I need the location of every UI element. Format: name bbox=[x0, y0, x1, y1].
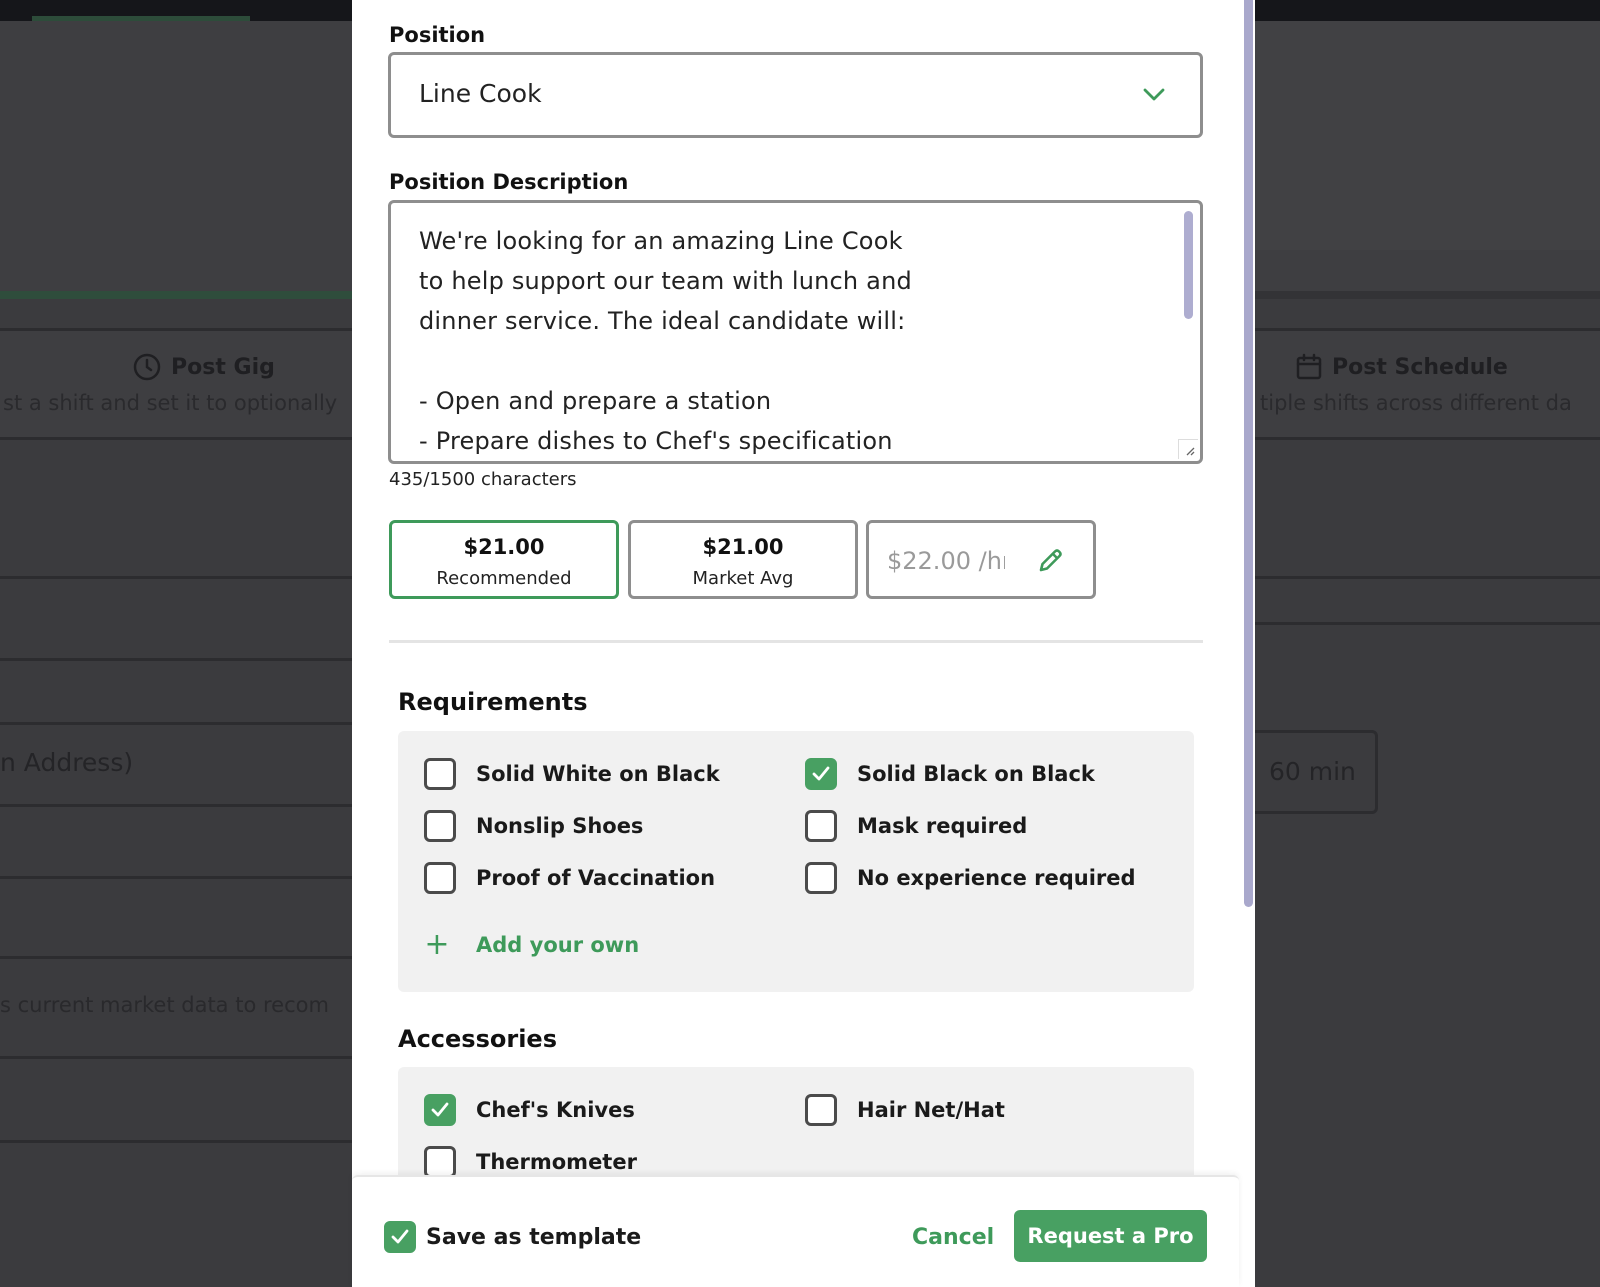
accessory-item[interactable]: Chef's Knives bbox=[424, 1094, 635, 1126]
requirement-label: Proof of Vaccination bbox=[476, 866, 716, 890]
checkbox-checked[interactable] bbox=[805, 758, 837, 790]
hero-panel bbox=[1255, 21, 1600, 250]
position-description-textarea[interactable]: We're looking for an amazing Line Cook t… bbox=[388, 200, 1203, 464]
textarea-scrollbar-thumb[interactable] bbox=[1184, 211, 1193, 319]
divider bbox=[0, 876, 352, 879]
rate-caption: Market Avg bbox=[692, 568, 794, 589]
checkbox-checked[interactable] bbox=[384, 1221, 416, 1253]
rate-option-recommended[interactable]: $21.00 Recommended bbox=[389, 520, 619, 599]
divider bbox=[0, 804, 352, 807]
rate-option-market-avg[interactable]: $21.00 Market Avg bbox=[628, 520, 858, 599]
position-description-label: Position Description bbox=[389, 170, 629, 194]
duration-value: 60 min bbox=[1269, 757, 1356, 786]
checkbox[interactable] bbox=[424, 1146, 456, 1178]
requirement-label: Nonslip Shoes bbox=[476, 814, 644, 838]
rate-value: $21.00 bbox=[463, 535, 545, 559]
post-schedule-subtitle: tiple shifts across different da bbox=[1260, 391, 1572, 415]
progress-bar bbox=[0, 291, 352, 299]
checkbox[interactable] bbox=[805, 862, 837, 894]
character-count: 435/1500 characters bbox=[389, 469, 577, 490]
calendar-icon bbox=[1296, 353, 1322, 380]
requirement-label: Solid White on Black bbox=[476, 762, 720, 786]
requirement-item[interactable]: Mask required bbox=[805, 810, 1027, 842]
rate-caption: Recommended bbox=[436, 568, 572, 589]
divider bbox=[0, 1140, 352, 1143]
checkbox[interactable] bbox=[424, 758, 456, 790]
post-gig-subtitle: st a shift and set it to optionally bbox=[3, 391, 338, 415]
checkmark-icon bbox=[431, 1102, 449, 1117]
request-a-pro-button[interactable]: Request a Pro bbox=[1014, 1210, 1207, 1262]
checkmark-icon bbox=[812, 766, 830, 781]
checkbox[interactable] bbox=[424, 862, 456, 894]
checkbox[interactable] bbox=[805, 810, 837, 842]
cancel-button[interactable]: Cancel bbox=[900, 1216, 1006, 1258]
requirement-item[interactable]: Solid White on Black bbox=[424, 758, 720, 790]
accessory-item[interactable]: Thermometer bbox=[424, 1146, 637, 1178]
save-as-template-label: Save as template bbox=[426, 1224, 642, 1250]
divider bbox=[0, 1056, 352, 1059]
modal-scrollbar-thumb[interactable] bbox=[1244, 0, 1253, 907]
position-select[interactable]: Line Cook bbox=[388, 52, 1203, 138]
requirement-item[interactable]: Nonslip Shoes bbox=[424, 810, 643, 842]
accessory-label: Thermometer bbox=[476, 1150, 637, 1174]
address-field-fragment: n Address) bbox=[0, 748, 134, 777]
divider bbox=[0, 956, 352, 959]
progress-track bbox=[1255, 291, 1600, 299]
requirement-item[interactable]: Proof of Vaccination bbox=[424, 862, 715, 894]
custom-rate-input[interactable]: $22.00 /hr bbox=[866, 520, 1096, 599]
requirement-label: Solid Black on Black bbox=[857, 762, 1095, 786]
description-line: dinner service. The ideal candidate will… bbox=[419, 307, 906, 335]
add-your-own-button[interactable]: + Add your own bbox=[424, 930, 639, 960]
divider bbox=[0, 658, 352, 661]
requirement-item[interactable]: Solid Black on Black bbox=[805, 758, 1095, 790]
resize-handle-icon[interactable] bbox=[1178, 439, 1198, 459]
description-line: - Open and prepare a station bbox=[419, 387, 772, 415]
post-gig-title: Post Gig bbox=[133, 353, 275, 381]
post-schedule-title: Post Schedule bbox=[1296, 353, 1508, 381]
custom-rate-placeholder: $22.00 /hr bbox=[887, 547, 1005, 575]
requirements-title: Requirements bbox=[398, 688, 588, 716]
add-your-own-label: Add your own bbox=[476, 933, 640, 957]
clock-icon bbox=[133, 353, 161, 381]
requirement-label: Mask required bbox=[857, 814, 1028, 838]
description-line: We're looking for an amazing Line Cook bbox=[419, 227, 903, 255]
accessory-item[interactable]: Hair Net/Hat bbox=[805, 1094, 1005, 1126]
pencil-icon[interactable] bbox=[1035, 546, 1065, 576]
description-line: to help support our team with lunch and bbox=[419, 267, 912, 295]
divider bbox=[1255, 622, 1600, 625]
divider bbox=[0, 722, 352, 725]
accessory-label: Hair Net/Hat bbox=[857, 1098, 1005, 1122]
accessory-label: Chef's Knives bbox=[476, 1098, 635, 1122]
requirement-label: No experience required bbox=[857, 866, 1136, 890]
checkbox-checked[interactable] bbox=[424, 1094, 456, 1126]
post-gig-card[interactable]: Post Gig st a shift and set it to option… bbox=[0, 328, 370, 440]
position-value: Line Cook bbox=[419, 79, 542, 108]
accessories-title: Accessories bbox=[398, 1025, 557, 1053]
section-divider bbox=[389, 640, 1203, 643]
requirement-item[interactable]: No experience required bbox=[805, 862, 1136, 894]
checkbox[interactable] bbox=[805, 1094, 837, 1126]
save-as-template-toggle[interactable]: Save as template bbox=[384, 1221, 641, 1253]
checkbox[interactable] bbox=[424, 810, 456, 842]
checkmark-icon bbox=[391, 1229, 409, 1244]
plus-icon: + bbox=[424, 927, 450, 962]
post-schedule-card[interactable]: Post Schedule tiple shifts across differ… bbox=[1245, 328, 1600, 440]
description-line: - Prepare dishes to Chef's specification bbox=[419, 427, 893, 455]
divider bbox=[1255, 576, 1600, 579]
market-data-note: s current market data to recom bbox=[0, 993, 329, 1017]
position-label: Position bbox=[389, 23, 486, 47]
rate-value: $21.00 bbox=[702, 535, 784, 559]
divider bbox=[0, 576, 352, 579]
chevron-down-icon bbox=[1143, 88, 1165, 101]
